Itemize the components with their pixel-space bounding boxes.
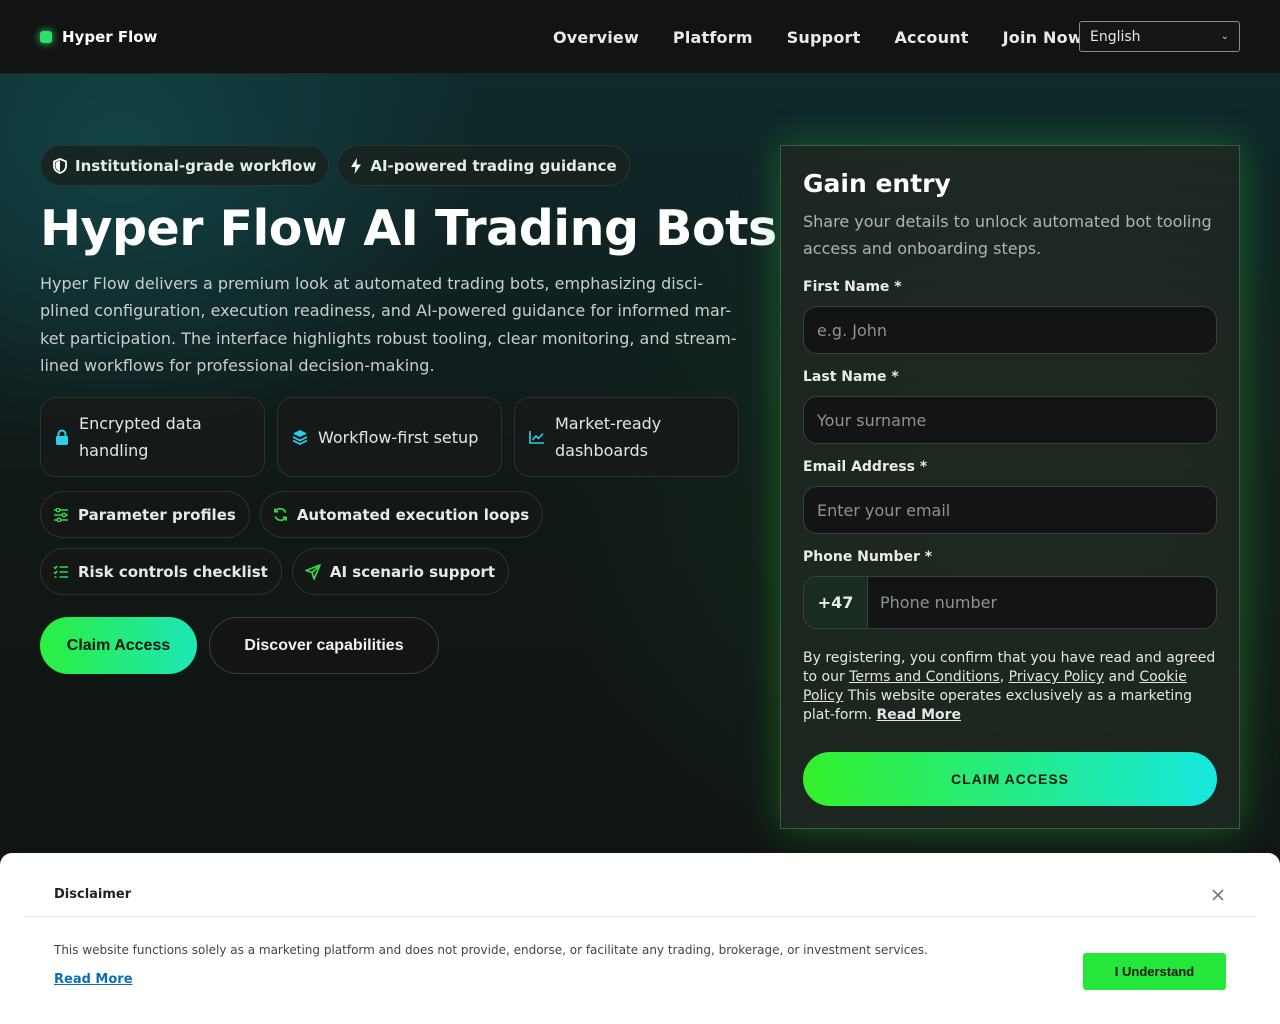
feature-workflow: Workflow-first setup <box>277 397 502 477</box>
language-select[interactable]: English ⌄ <box>1079 21 1240 52</box>
nav-platform[interactable]: Platform <box>673 28 753 47</box>
feature-dashboards: Market-ready dashboards <box>514 397 739 477</box>
legal-and: and <box>1104 669 1140 685</box>
email-placeholder: Enter your email <box>817 500 951 520</box>
last-name-input[interactable]: Your surname <box>803 396 1217 444</box>
chip-label: Parameter profiles <box>78 505 236 524</box>
feature-encrypted: Encrypted data handling <box>40 397 265 477</box>
badge-label: Institutional-grade workflow <box>75 156 317 175</box>
chip-label: Risk controls checklist <box>78 562 268 581</box>
sliders-icon <box>54 507 68 522</box>
terms-link[interactable]: Terms and Conditions <box>849 669 1000 685</box>
privacy-link[interactable]: Privacy Policy <box>1009 669 1104 685</box>
email-input[interactable]: Enter your email <box>803 486 1217 534</box>
registration-form: Gain entry Share your details to unlock … <box>780 145 1240 829</box>
shield-icon <box>53 157 67 174</box>
form-subtitle: Share your details to unlock automated b… <box>803 212 1212 258</box>
chevron-down-icon: ⌄ <box>1220 31 1229 42</box>
legal-comma: , <box>999 669 1009 685</box>
language-value: English <box>1090 28 1141 45</box>
lock-icon <box>56 429 68 445</box>
phone-placeholder: Phone number <box>880 593 998 612</box>
layers-icon <box>292 430 308 445</box>
claim-access-button[interactable]: Claim Access <box>40 617 197 674</box>
send-icon <box>305 563 321 580</box>
chart-line-icon <box>529 431 544 444</box>
first-name-label: First Name * <box>803 279 902 295</box>
legal-suffix: This website operates exclusively as a m… <box>803 688 1192 723</box>
capability-chips-row-1: Parameter profiles Automated execution l… <box>40 491 553 538</box>
logo-mark-icon <box>40 31 52 43</box>
nav-join-now[interactable]: Join Now <box>1003 28 1083 47</box>
phone-country-code[interactable]: +47 <box>804 577 868 628</box>
feature-label: Market-ready dashboards <box>555 414 662 460</box>
legal-consent-text: By registering, you confirm that you hav… <box>803 649 1223 725</box>
chip-risk-controls: Risk controls checklist <box>40 548 282 595</box>
site-header: Hyper Flow Overview Platform Support Acc… <box>0 0 1280 74</box>
chip-label: AI scenario support <box>329 562 496 581</box>
chip-execution-loops: Automated execution loops <box>259 491 544 538</box>
chip-parameter-profiles: Parameter profiles <box>40 491 250 538</box>
disclaimer-banner: Disclaimer This website functions solely… <box>0 853 1280 1024</box>
hero-badges: Institutional-grade workflow AI-powered … <box>40 145 638 186</box>
disclaimer-read-more-link[interactable]: Read More <box>54 972 133 987</box>
last-name-label: Last Name * <box>803 369 899 385</box>
phone-field: +47 Phone number <box>803 576 1217 629</box>
first-name-input[interactable]: e.g. John <box>803 306 1217 354</box>
email-label: Email Address * <box>803 459 928 475</box>
chip-label: Automated execution loops <box>296 505 530 524</box>
discover-capabilities-button[interactable]: Discover capabilities <box>209 617 439 674</box>
bolt-icon <box>351 157 362 174</box>
nav-overview[interactable]: Overview <box>553 28 639 47</box>
capability-chips-row-2: Risk controls checklist AI scenario supp… <box>40 548 519 595</box>
badge-institutional: Institutional-grade workflow <box>40 145 330 186</box>
disclaimer-divider <box>24 916 1256 917</box>
main-nav: Overview Platform Support Account Join N… <box>553 0 1117 74</box>
chip-ai-scenario: AI scenario support <box>291 548 510 595</box>
nav-account[interactable]: Account <box>894 28 968 47</box>
disclaimer-title: Disclaimer <box>54 887 132 902</box>
last-name-placeholder: Your surname <box>817 410 927 430</box>
logo[interactable]: Hyper Flow <box>40 0 157 74</box>
feature-cards: Encrypted data handling Workflow-first s… <box>40 397 751 477</box>
close-icon[interactable] <box>1210 887 1226 903</box>
phone-input[interactable]: Phone number <box>868 577 1216 628</box>
submit-button[interactable]: CLAIM ACCESS <box>803 752 1217 806</box>
refresh-icon <box>273 507 287 522</box>
feature-label: Workflow-first setup <box>318 427 479 447</box>
badge-ai-guidance: AI-powered trading guidance <box>337 145 630 186</box>
badge-label: AI-powered trading guidance <box>370 156 617 175</box>
legal-read-more-link[interactable]: Read More <box>876 707 961 723</box>
disclaimer-text: This website functions solely as a marke… <box>54 943 928 957</box>
i-understand-button[interactable]: I Understand <box>1083 953 1226 990</box>
form-title: Gain entry <box>803 169 951 198</box>
checklist-icon <box>53 565 68 578</box>
feature-label: Encrypted data handling <box>79 414 202 460</box>
nav-support[interactable]: Support <box>787 28 861 47</box>
page-title: Hyper Flow AI Trading Bots <box>40 200 777 257</box>
logo-text: Hyper Flow <box>62 28 158 46</box>
first-name-placeholder: e.g. John <box>817 320 888 340</box>
hero-description: Hyper Flow delivers a premium look at au… <box>40 274 737 375</box>
phone-label: Phone Number * <box>803 549 933 565</box>
